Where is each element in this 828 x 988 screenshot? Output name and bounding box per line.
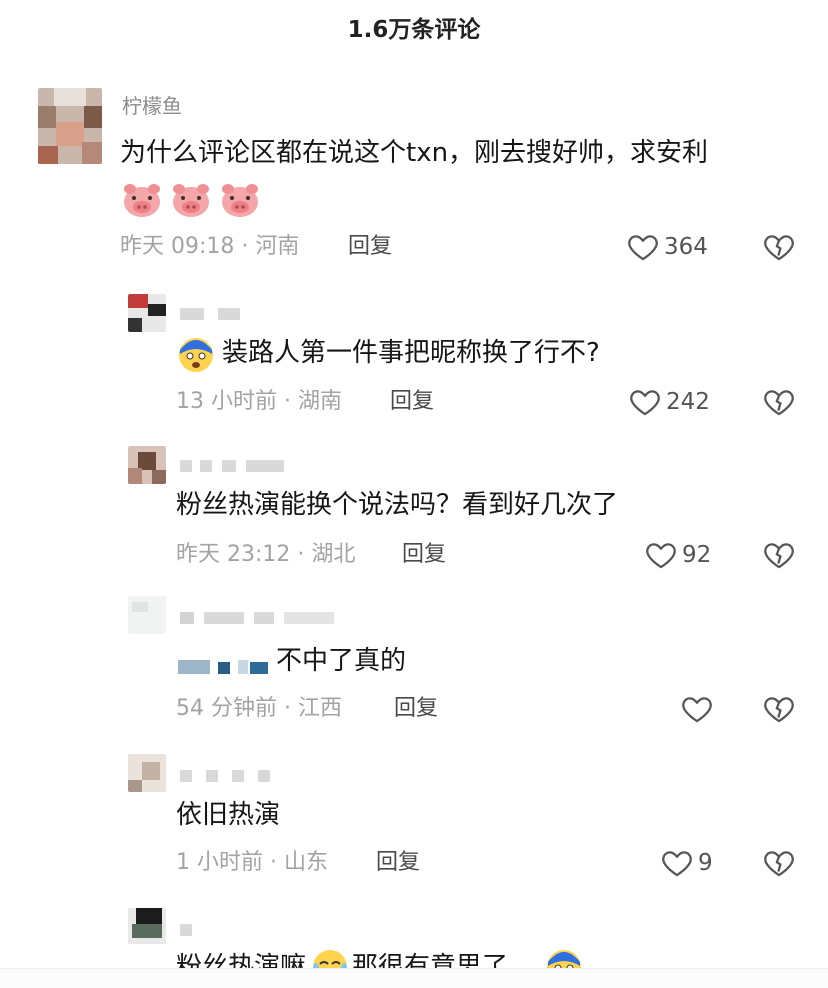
pig-face-emoji — [222, 184, 259, 217]
like-count: 242 — [666, 389, 710, 415]
like-button[interactable]: 92 — [644, 538, 711, 572]
like-button[interactable] — [680, 692, 714, 726]
like-count: 9 — [698, 850, 713, 876]
emoji-row — [122, 180, 264, 224]
heart-outline-icon — [682, 697, 712, 723]
broken-heart-icon[interactable] — [762, 692, 796, 726]
comment-text-continued: 那很有意思了 — [352, 952, 509, 968]
broken-heart-icon[interactable] — [762, 538, 796, 572]
comment-text: 不中了真的 — [276, 646, 407, 676]
reply-item: 不中了真的 54 分钟前 · 江西 回复 — [0, 592, 828, 742]
avatar[interactable] — [128, 446, 166, 484]
redacted-emoji-strip — [178, 660, 270, 674]
like-button[interactable]: 242 — [628, 385, 710, 419]
pig-face-emoji — [124, 184, 160, 217]
broken-heart-icon[interactable] — [762, 846, 796, 880]
avatar[interactable] — [38, 88, 102, 164]
like-button[interactable]: 364 — [626, 230, 708, 264]
comment-time-location: 13 小时前 · 湖南 — [176, 389, 342, 414]
like-button[interactable]: 9 — [660, 846, 713, 880]
comment-item: 柠檬鱼 为什么评论区都在说这个txn，刚去搜好帅，求安利 昨天 09:18 · … — [0, 80, 828, 280]
reply-button[interactable]: 回复 — [394, 694, 438, 724]
heart-outline-icon — [630, 390, 660, 416]
comment-time-location: 1 小时前 · 山东 — [176, 850, 328, 875]
shocked-face-emoji — [179, 338, 213, 372]
reply-button[interactable]: 回复 — [390, 387, 434, 417]
reply-button[interactable]: 回复 — [348, 232, 392, 262]
laughing-crying-emoji — [313, 950, 347, 968]
reply-item: 装路人第一件事把昵称换了行不? 13 小时前 · 湖南 回复 242 — [0, 288, 828, 428]
reply-item: 粉丝热演能换个说法吗？看到好几次了 昨天 23:12 · 湖北 回复 92 — [0, 440, 828, 580]
comment-text: 装路人第一件事把昵称换了行不? — [222, 338, 600, 368]
comment-time-location: 昨天 09:18 · 河南 — [120, 234, 300, 259]
comment-username[interactable]: 柠檬鱼 — [122, 90, 182, 119]
comment-text: 为什么评论区都在说这个txn，刚去搜好帅，求安利 — [120, 138, 709, 168]
comment-time-location: 54 分钟前 · 江西 — [176, 696, 342, 721]
avatar[interactable] — [128, 908, 166, 944]
reply-button[interactable]: 回复 — [376, 848, 420, 878]
avatar[interactable] — [128, 294, 166, 332]
comment-text: 依旧热演 — [176, 800, 281, 830]
comment-text: 粉丝热演能换个说法吗？看到好几次了 — [176, 490, 619, 520]
avatar[interactable] — [128, 596, 166, 634]
avatar[interactable] — [128, 754, 166, 792]
reply-item: 粉丝热演嘛 那很有意思了 — [0, 904, 828, 968]
broken-heart-icon[interactable] — [762, 385, 796, 419]
like-count: 92 — [682, 542, 712, 568]
comment-time-location: 昨天 23:12 · 湖北 — [176, 542, 356, 567]
like-count: 364 — [664, 234, 708, 260]
shocked-face-emoji — [547, 950, 581, 968]
comments-count-title: 1.6万条评论 — [347, 17, 481, 43]
reply-item: 依旧热演 1 小时前 · 山东 回复 9 — [0, 750, 828, 890]
heart-outline-icon — [662, 851, 692, 877]
bottom-input-bar-edge — [0, 968, 828, 988]
broken-heart-icon[interactable] — [762, 230, 796, 264]
comment-text: 粉丝热演嘛 — [176, 952, 307, 968]
heart-outline-icon — [628, 235, 658, 261]
pig-face-emoji — [173, 184, 210, 217]
heart-outline-icon — [646, 543, 676, 569]
reply-button[interactable]: 回复 — [402, 540, 446, 570]
